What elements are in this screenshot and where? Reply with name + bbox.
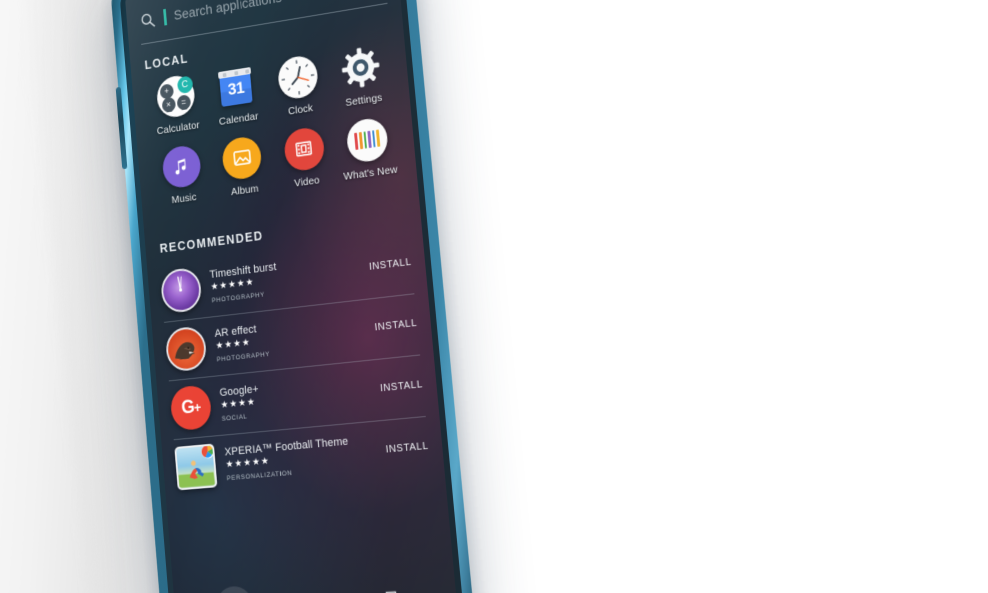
back-button[interactable] [214, 585, 255, 593]
list-item-text: Timeshift burst ★★★★★ PHOTOGRAPHY [209, 250, 365, 304]
app-name: XPERIA™ Football Theme [224, 435, 349, 459]
app-label: Video [293, 174, 321, 190]
app-video[interactable]: Video [271, 124, 339, 192]
list-item-text: AR effect ★★★★ PHOTOGRAPHY [214, 311, 370, 363]
text-cursor [163, 9, 167, 26]
app-calculator[interactable]: + C × = Calculator [144, 71, 209, 138]
timeshift-burst-icon [159, 266, 203, 314]
clock-icon [276, 53, 319, 101]
phone-device: Search applications LOCAL + C × = Calcul… [109, 0, 476, 593]
app-calendar[interactable]: 31 Calendar [204, 62, 270, 130]
install-button[interactable]: INSTALL [379, 441, 429, 457]
list-item-text: Google+ ★★★★ SOCIAL [219, 372, 376, 422]
google-plus-icon: G + [169, 384, 213, 432]
search-input[interactable]: Search applications [173, 0, 282, 23]
calc-equals-key: = [176, 94, 191, 111]
app-label: Calculator [156, 118, 201, 137]
xperia-football-theme-icon [174, 443, 218, 491]
recents-square-icon [383, 588, 400, 593]
install-button[interactable]: INSTALL [374, 379, 424, 395]
search-icon [139, 10, 157, 31]
calendar-icon: 31 [215, 63, 256, 110]
scene-3d: Search applications LOCAL + C × = Calcul… [0, 0, 988, 593]
film-strip-icon [282, 125, 326, 173]
app-album[interactable]: Album [210, 133, 276, 200]
ar-effect-dinosaur-icon [164, 325, 208, 373]
app-name: Google+ [219, 383, 260, 400]
app-clock[interactable]: Clock [265, 52, 333, 121]
calculator-icon: + C × = [155, 73, 196, 120]
home-button[interactable] [294, 584, 329, 593]
app-label: Music [171, 190, 197, 207]
product-shot: Search applications LOCAL + C × = Calcul… [0, 0, 988, 593]
calc-times-key: × [161, 96, 176, 113]
photo-album-icon [221, 134, 263, 182]
app-name: AR effect [214, 323, 257, 340]
app-whats-new[interactable]: What's New [334, 114, 404, 183]
calendar-day: 31 [227, 77, 245, 99]
music-note-icon [161, 143, 202, 190]
touch-ripple [214, 585, 255, 593]
whats-new-bars-icon [345, 116, 390, 164]
app-music[interactable]: Music [150, 142, 215, 208]
calc-clear-key: C [176, 75, 194, 94]
app-label: Clock [287, 101, 314, 118]
phone-screen: Search applications LOCAL + C × = Calcul… [124, 0, 459, 593]
app-label: Album [230, 182, 260, 198]
app-label: Calendar [218, 110, 259, 128]
